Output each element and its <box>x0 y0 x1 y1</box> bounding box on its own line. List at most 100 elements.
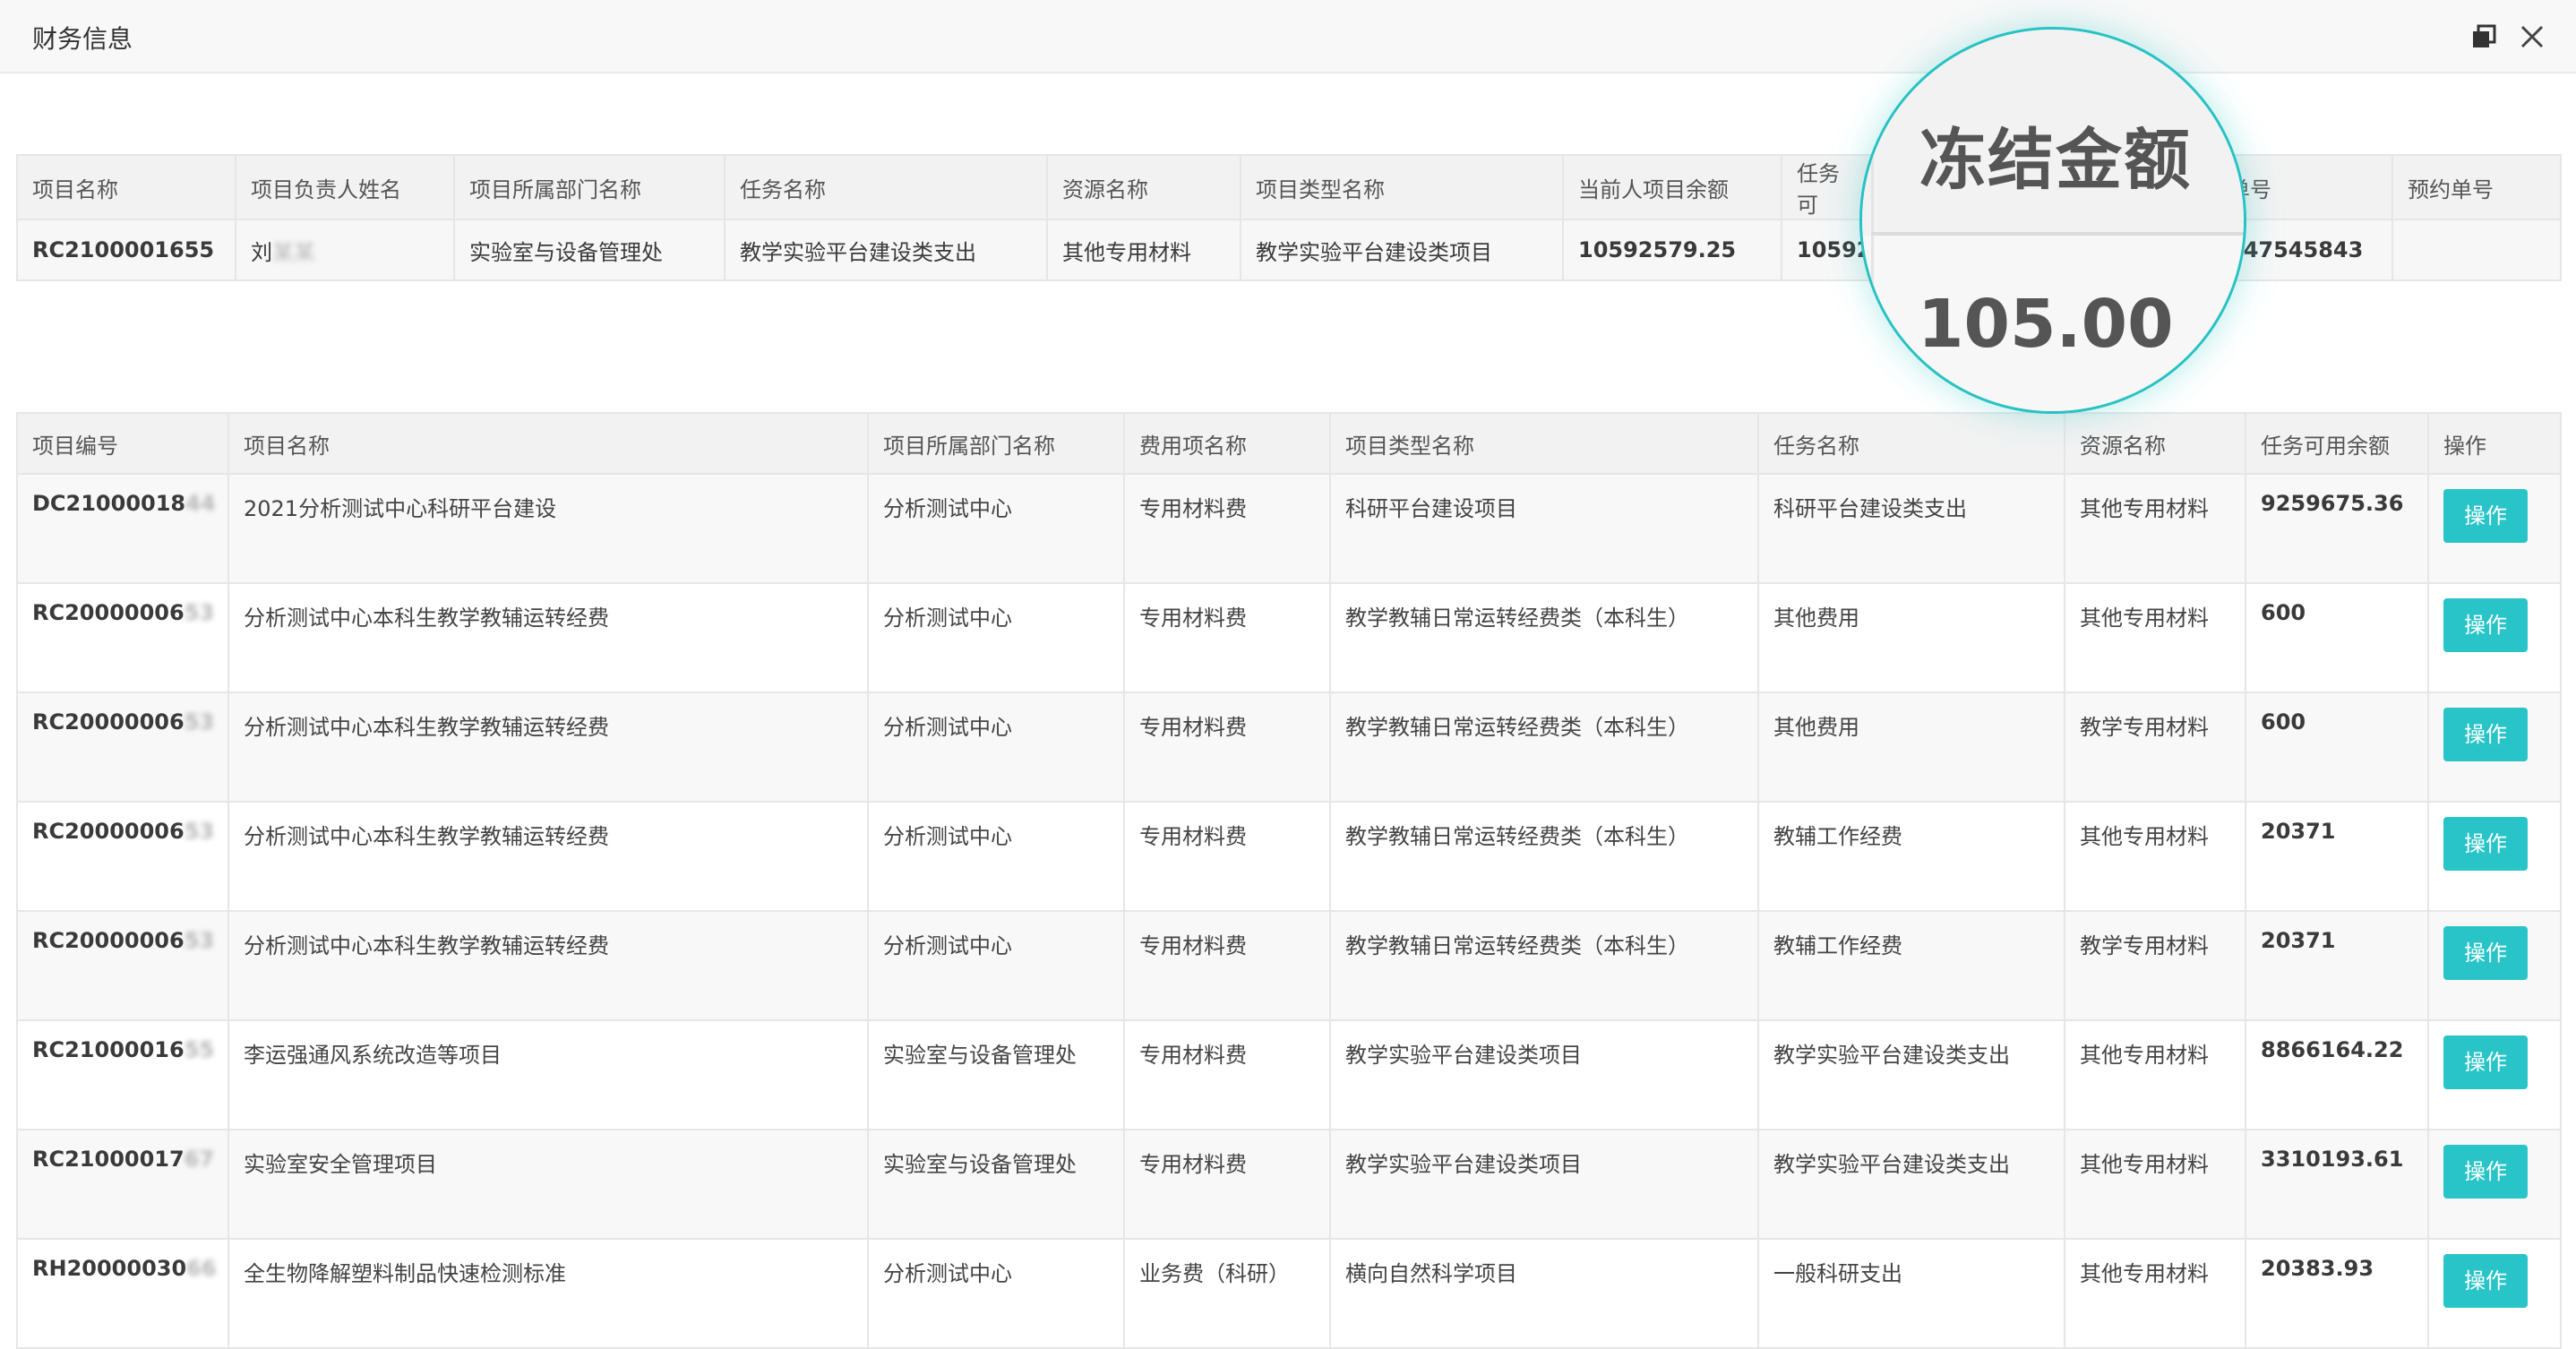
department-cell: 分析测试中心 <box>867 1238 1125 1349</box>
header-cell: 当前人项目余额 <box>1562 154 1782 220</box>
summary-cell: 教学实验平台建设类项目 <box>1240 219 1564 281</box>
summary-cell: 实验室与设备管理处 <box>453 219 726 281</box>
department-cell: 分析测试中心 <box>867 582 1125 693</box>
blurred-text: 67 <box>184 1147 215 1172</box>
header-cell: 任务可用余额 <box>2245 412 2429 475</box>
list-header-row: 项目编号 项目名称 项目所属部门名称 费用项名称 项目类型名称 任务名称 资源名… <box>16 412 2562 475</box>
summary-cell: 105925 <box>1781 219 1886 281</box>
operate-button[interactable]: 操作 <box>2443 1254 2528 1308</box>
restore-icon[interactable] <box>2470 23 2497 50</box>
task-name-cell: 教学实验平台建设类支出 <box>1757 1129 2065 1240</box>
project-type-cell: 科研平台建设项目 <box>1329 473 1759 584</box>
resource-name-cell: 其他专用材料 <box>2064 473 2246 584</box>
project-code-cell: DC2100001844 <box>16 473 229 584</box>
task-name-cell: 教辅工作经费 <box>1757 801 2065 912</box>
task-name-cell: 其他费用 <box>1757 692 2065 803</box>
header-cell: 项目名称 <box>228 412 869 475</box>
summary-cell-person: 刘某某 <box>235 219 455 281</box>
blurred-text: 55 <box>184 1037 215 1062</box>
header-cell: 项目所属部门名称 <box>453 154 726 220</box>
department-cell: 分析测试中心 <box>867 692 1125 803</box>
magnifier-row-divider <box>1871 232 2244 236</box>
blurred-text: 53 <box>184 819 215 844</box>
header-cell: 操作 <box>2427 412 2562 475</box>
project-code: RC21000017 <box>32 1147 185 1172</box>
blurred-text: 53 <box>184 709 215 735</box>
action-cell: 操作 <box>2427 473 2562 584</box>
project-name-cell: 分析测试中心本科生教学教辅运转经费 <box>228 582 869 693</box>
budget-list-table: 项目编号 项目名称 项目所属部门名称 费用项名称 项目类型名称 任务名称 资源名… <box>16 412 2562 1349</box>
project-code: RH20000030 <box>32 1256 187 1281</box>
operate-button[interactable]: 操作 <box>2443 708 2528 761</box>
close-icon[interactable] <box>2519 23 2546 50</box>
table-row: RH2000003066 全生物降解塑料制品快速检测标准 分析测试中心 业务费（科研）… <box>16 1238 2562 1349</box>
department-cell: 分析测试中心 <box>867 801 1125 912</box>
project-code: RC21000016 <box>32 1037 185 1062</box>
operate-button[interactable]: 操作 <box>2443 926 2528 980</box>
header-cell: 项目类型名称 <box>1329 412 1759 475</box>
fee-item-cell: 业务费（科研） <box>1123 1238 1331 1349</box>
available-balance-cell: 600 <box>2245 582 2429 693</box>
header-cell: 费用项名称 <box>1123 412 1331 475</box>
header-cell: 任务名称 <box>1757 412 2065 475</box>
table-row: RC2000000653 分析测试中心本科生教学教辅运转经费 分析测试中心 专用材料费… <box>16 692 2562 803</box>
department-cell: 实验室与设备管理处 <box>867 1019 1125 1130</box>
resource-name-cell: 其他专用材料 <box>2064 1019 2246 1130</box>
fee-item-cell: 专用材料费 <box>1123 1019 1331 1130</box>
header-cell: 资源名称 <box>1046 154 1241 220</box>
table-row: RC2000000653 分析测试中心本科生教学教辅运转经费 分析测试中心 专用材料费… <box>16 582 2562 693</box>
project-type-cell: 教学实验平台建设类项目 <box>1329 1129 1759 1240</box>
summary-cell <box>2391 219 2562 281</box>
project-code-cell: RC2100001655 <box>16 1019 229 1130</box>
blurred-text: 66 <box>186 1256 217 1281</box>
summary-cell: 10592579.25 <box>1562 219 1782 281</box>
department-cell: 分析测试中心 <box>867 473 1125 584</box>
project-code-cell: RC2000000653 <box>16 692 229 803</box>
task-name-cell: 教学实验平台建设类支出 <box>1757 1019 2065 1130</box>
header-cell: 任务可 <box>1781 154 1872 220</box>
project-name-cell: 全生物降解塑料制品快速检测标准 <box>228 1238 869 1349</box>
project-code-cell: RH2000003066 <box>16 1238 229 1349</box>
operate-button[interactable]: 操作 <box>2443 817 2528 871</box>
available-balance-cell: 9259675.36 <box>2245 473 2429 584</box>
project-code-cell: RC2000000653 <box>16 582 229 693</box>
fee-item-cell: 专用材料费 <box>1123 1129 1331 1240</box>
fee-item-cell: 专用材料费 <box>1123 692 1331 803</box>
table-row: RC2100001767 实验室安全管理项目 实验室与设备管理处 专用材料费 教学实验平… <box>16 1129 2562 1240</box>
fee-item-cell: 专用材料费 <box>1123 910 1331 1021</box>
department-cell: 分析测试中心 <box>867 910 1125 1021</box>
blurred-text: 某某 <box>272 239 315 265</box>
project-code: RC20000006 <box>32 819 185 844</box>
resource-name-cell: 其他专用材料 <box>2064 801 2246 912</box>
project-name-cell: 分析测试中心本科生教学教辅运转经费 <box>228 692 869 803</box>
project-type-cell: 教学教辅日常运转经费类（本科生） <box>1329 582 1759 693</box>
project-code: RC20000006 <box>32 928 185 953</box>
header-cell: 项目类型名称 <box>1240 154 1564 220</box>
project-name-cell: 分析测试中心本科生教学教辅运转经费 <box>228 910 869 1021</box>
magnifier-column-divider <box>1871 30 1874 411</box>
header-cell: 任务名称 <box>724 154 1048 220</box>
project-code: DC21000018 <box>32 491 186 516</box>
project-code-cell: RC2000000653 <box>16 910 229 1021</box>
project-type-cell: 横向自然科学项目 <box>1329 1238 1759 1349</box>
table-row: RC2000000653 分析测试中心本科生教学教辅运转经费 分析测试中心 专用材料费… <box>16 801 2562 912</box>
task-name-cell: 科研平台建设类支出 <box>1757 473 2065 584</box>
task-name-cell: 教辅工作经费 <box>1757 910 2065 1021</box>
available-balance-cell: 20383.93 <box>2245 1238 2429 1349</box>
operate-button[interactable]: 操作 <box>2443 598 2528 652</box>
task-name-cell: 一般科研支出 <box>1757 1238 2065 1349</box>
action-cell: 操作 <box>2427 1019 2562 1130</box>
department-cell: 实验室与设备管理处 <box>867 1129 1125 1240</box>
action-cell: 操作 <box>2427 1129 2562 1240</box>
person-name: 刘 <box>251 239 272 265</box>
summary-cell: 教学实验平台建设类支出 <box>724 219 1048 281</box>
blurred-text: 44 <box>185 491 216 516</box>
blurred-text: 53 <box>184 600 215 625</box>
fee-item-cell: 专用材料费 <box>1123 801 1331 912</box>
task-name-cell: 其他费用 <box>1757 582 2065 693</box>
operate-button[interactable]: 操作 <box>2443 1035 2528 1089</box>
resource-name-cell: 教学专用材料 <box>2064 692 2246 803</box>
operate-button[interactable]: 操作 <box>2443 489 2528 543</box>
fee-item-cell: 专用材料费 <box>1123 473 1331 584</box>
operate-button[interactable]: 操作 <box>2443 1145 2528 1199</box>
